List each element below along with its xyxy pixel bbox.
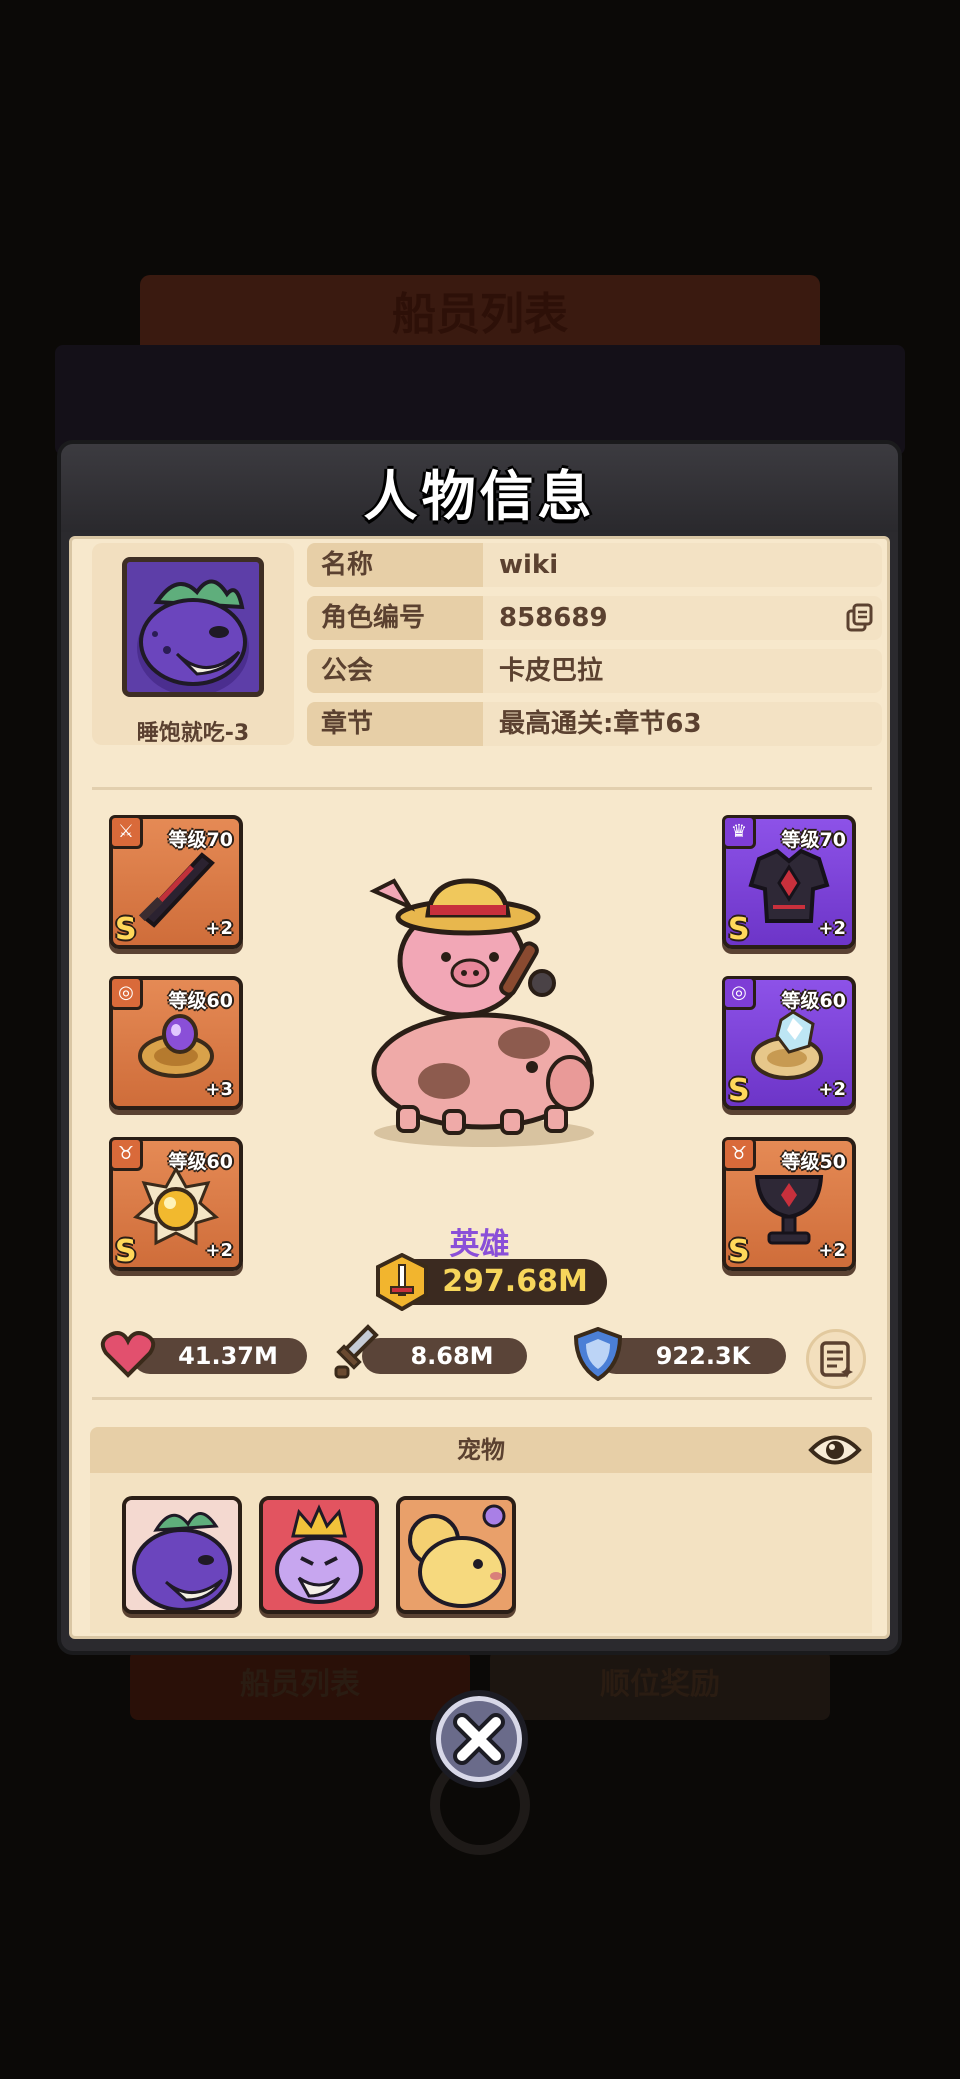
pet-card-dino[interactable] [122,1496,242,1614]
purple-dino-pet-icon [126,1500,238,1610]
panel-title: 人物信息 [363,465,596,528]
equip-grade: S [728,1073,750,1108]
info-label: 公会 [307,649,483,693]
close-button[interactable] [430,1690,528,1788]
pet-card-slime[interactable] [259,1496,379,1614]
defense-value: 922.3K [655,1342,751,1370]
equip-grade: S [115,912,137,947]
panel-header: 人物信息 [61,444,898,532]
power-value: 297.68M [442,1264,588,1299]
equip-slot-ring-2[interactable]: ◎ 等级60 S +2 [722,976,856,1110]
avatar-box: 睡饱就吃-3 [92,543,294,746]
hero-rank: 英雄 [449,1227,510,1262]
background-tab-rewards: 顺位奖励 [490,1650,830,1720]
heart-icon [100,1331,156,1378]
stat-defense: 922.3K [598,1338,786,1374]
equip-plus: +3 [205,1079,233,1100]
close-icon [453,1713,505,1765]
stat-attack: 8.68M [362,1338,527,1374]
divider [92,1397,872,1400]
equip-plus: +2 [205,918,233,939]
combat-power: 297.68M [376,1253,607,1311]
pet-card-mouse[interactable] [396,1496,516,1614]
king-slime-pet-icon [263,1500,375,1610]
yellow-mouse-pet-icon [400,1500,512,1610]
info-row-guild: 公会 卡皮巴拉 [307,649,882,693]
power-shield-icon [376,1253,428,1311]
equip-grade: S [728,912,750,947]
info-value: wiki [483,543,882,587]
pet-section-header: 宠物 [90,1427,872,1473]
list-icon [820,1341,853,1378]
equip-slot-armor[interactable]: ♛ 等级70 S +2 [722,815,856,949]
stats-detail-button[interactable] [806,1329,866,1389]
background-banner: 船员列表 [140,275,820,355]
avatar[interactable] [122,557,264,697]
info-value: 858689 [483,596,882,640]
attack-value: 8.68M [410,1342,494,1370]
info-value: 卡皮巴拉 [483,649,882,693]
hp-value: 41.37M [178,1342,278,1370]
gold-ring-icon [138,1014,214,1078]
panel-body: 睡饱就吃-3 名称 wiki 角色编号 858689 公会 卡皮巴拉 章节 最高… [69,536,890,1639]
divider [92,787,872,790]
info-label: 角色编号 [307,596,483,640]
sword-icon [334,1324,379,1379]
info-row-name: 名称 wiki [307,543,882,587]
background-tab-crew: 船员列表 [130,1650,470,1720]
info-label: 章节 [307,702,483,746]
stat-hp: 41.37M [132,1338,307,1374]
hero-character [369,878,594,1147]
copy-icon[interactable] [844,602,876,634]
info-label: 名称 [307,543,483,587]
crystal-ring-icon [751,1010,823,1080]
equip-plus: +2 [818,918,846,939]
info-row-chapter: 章节 最高通关:章节63 [307,702,882,746]
equip-slot-ring[interactable]: ◎ 等级60 +3 [109,976,243,1110]
equip-plus: +2 [818,1079,846,1100]
dark-armor-icon [748,848,830,923]
dark-sword-icon [138,852,215,928]
eye-icon[interactable] [808,1429,862,1471]
avatar-name: 睡饱就吃-3 [136,721,250,746]
background-strip [55,345,905,455]
pet-section-title: 宠物 [457,1436,505,1464]
shield-icon [573,1327,623,1381]
info-row-id: 角色编号 858689 [307,596,882,640]
character-info-panel: 人物信息 睡饱就吃-3 名称 wiki 角色编号 858689 公会 卡皮巴拉 … [57,440,902,1655]
info-value: 最高通关:章节63 [483,702,882,746]
equip-slot-weapon[interactable]: ⚔ 等级70 S +2 [109,815,243,949]
